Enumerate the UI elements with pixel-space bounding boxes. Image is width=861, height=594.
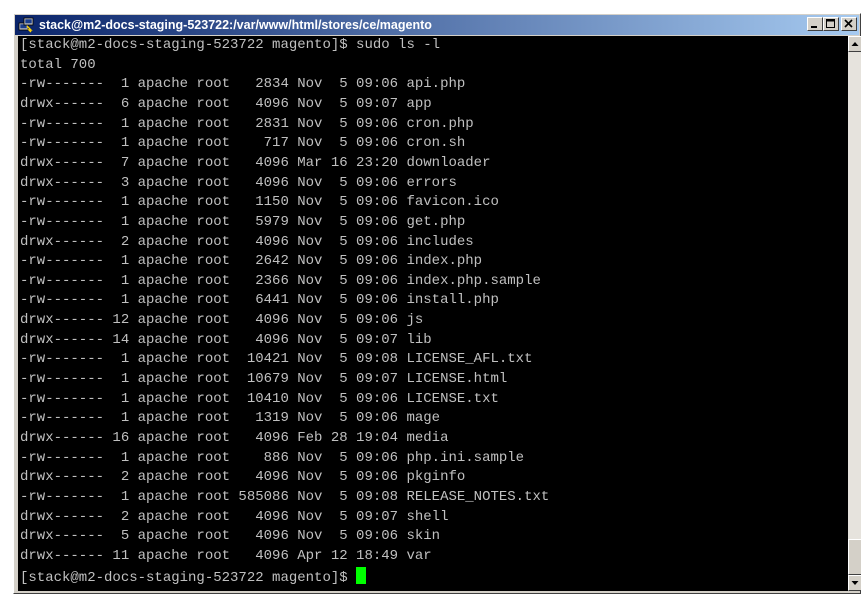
scroll-up-button[interactable] bbox=[848, 36, 861, 52]
listing-row: drwx------ 2 apache root 4096 Nov 5 09:0… bbox=[20, 508, 449, 525]
listing-row: -rw------- 1 apache root 5979 Nov 5 09:0… bbox=[20, 213, 466, 230]
maximize-icon bbox=[826, 19, 835, 28]
listing-row: -rw------- 1 apache root 1150 Nov 5 09:0… bbox=[20, 194, 499, 211]
close-icon bbox=[844, 19, 853, 28]
listing-row: drwx------ 12 apache root 4096 Nov 5 09:… bbox=[20, 312, 424, 329]
putty-icon bbox=[18, 17, 34, 33]
listing-row: drwx------ 2 apache root 4096 Nov 5 09:0… bbox=[20, 469, 466, 486]
listing-row: -rw------- 1 apache root 717 Nov 5 09:06… bbox=[20, 135, 466, 152]
scroll-down-arrow-icon bbox=[851, 581, 859, 585]
window-controls bbox=[807, 17, 857, 33]
vertical-scrollbar[interactable] bbox=[848, 36, 861, 591]
window-title: stack@m2-docs-staging-523722:/var/www/ht… bbox=[39, 18, 432, 32]
listing-row: drwx------ 2 apache root 4096 Nov 5 09:0… bbox=[20, 233, 474, 250]
total-line: total 700 bbox=[20, 56, 96, 73]
listing-row: -rw------- 1 apache root 2831 Nov 5 09:0… bbox=[20, 115, 474, 132]
command-line: [stack@m2-docs-staging-523722 magento]$ … bbox=[20, 37, 441, 53]
scroll-down-button[interactable] bbox=[848, 575, 861, 591]
scrollbar-thumb[interactable] bbox=[848, 539, 861, 575]
minimize-icon bbox=[811, 26, 817, 28]
listing-row: -rw------- 1 apache root 10421 Nov 5 09:… bbox=[20, 351, 533, 368]
listing-row: drwx------ 16 apache root 4096 Feb 28 19… bbox=[20, 430, 449, 446]
listing-row: -rw------- 1 apache root 2834 Nov 5 09:0… bbox=[20, 76, 466, 93]
terminal-window: stack@m2-docs-staging-523722:/var/www/ht… bbox=[13, 13, 861, 594]
listing-row: -rw------- 1 apache root 6441 Nov 5 09:0… bbox=[20, 292, 499, 309]
listing-row: drwx------ 14 apache root 4096 Nov 5 09:… bbox=[20, 331, 432, 348]
listing-row: drwx------ 11 apache root 4096 Apr 12 18… bbox=[20, 547, 432, 564]
scroll-up-arrow-icon bbox=[851, 42, 859, 46]
listing-row: -rw------- 1 apache root 886 Nov 5 09:06… bbox=[20, 449, 525, 466]
listing-row: drwx------ 5 apache root 4096 Nov 5 09:0… bbox=[20, 528, 441, 545]
listing-row: -rw------- 1 apache root 10679 Nov 5 09:… bbox=[20, 371, 508, 388]
listing-row: -rw------- 1 apache root 10410 Nov 5 09:… bbox=[20, 390, 499, 407]
title-bar[interactable]: stack@m2-docs-staging-523722:/var/www/ht… bbox=[15, 15, 859, 35]
prompt-text: [stack@m2-docs-staging-523722 magento]$ bbox=[20, 569, 357, 586]
listing-row: -rw------- 1 apache root 2366 Nov 5 09:0… bbox=[20, 272, 541, 289]
text-cursor bbox=[356, 566, 367, 584]
listing-row: drwx------ 6 apache root 4096 Nov 5 09:0… bbox=[20, 95, 432, 112]
prompt-line[interactable]: [stack@m2-docs-staging-523722 magento]$ bbox=[20, 566, 367, 587]
listing-row: -rw------- 1 apache root 2642 Nov 5 09:0… bbox=[20, 253, 483, 270]
terminal-output[interactable]: [stack@m2-docs-staging-523722 magento]$ … bbox=[18, 36, 848, 591]
maximize-button[interactable] bbox=[823, 17, 839, 31]
listing-row: -rw------- 1 apache root 585086 Nov 5 09… bbox=[20, 488, 550, 505]
minimize-button[interactable] bbox=[807, 17, 823, 31]
close-button[interactable] bbox=[841, 17, 857, 31]
listing-row: -rw------- 1 apache root 1319 Nov 5 09:0… bbox=[20, 410, 441, 427]
listing-row: drwx------ 7 apache root 4096 Mar 16 23:… bbox=[20, 154, 491, 171]
listing-row: drwx------ 3 apache root 4096 Nov 5 09:0… bbox=[20, 174, 457, 191]
